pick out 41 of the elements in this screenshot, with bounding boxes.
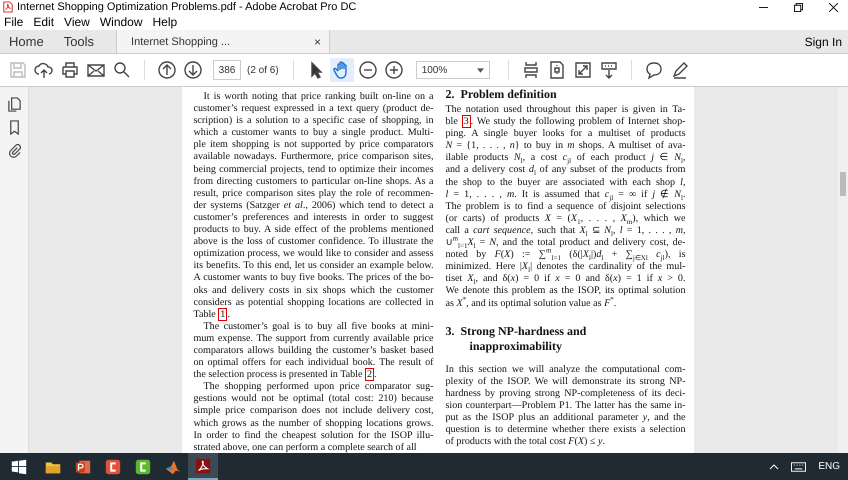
chevron-up-icon[interactable] (769, 464, 780, 470)
tab-title: Internet Shopping ... (131, 36, 230, 48)
caret-icon (476, 68, 484, 72)
section-heading: 2. Problem definition (446, 87, 558, 102)
language-indicator[interactable]: ENG (818, 461, 848, 472)
table-link[interactable]: 1 (218, 308, 228, 321)
table-link[interactable]: 3 (462, 115, 471, 128)
c-letter-app-icon (134, 458, 152, 476)
keyboard-icon[interactable] (791, 462, 806, 472)
menu-item[interactable]: Edit (33, 15, 54, 29)
section-heading: 3. Strong NP-hardness and inapproximability (446, 324, 588, 354)
scrollbar-thumb[interactable] (840, 172, 846, 196)
menu-item[interactable]: Help (152, 15, 178, 29)
pdf-app-icon (194, 456, 212, 474)
close-icon[interactable] (829, 2, 838, 12)
paragraph: The shopping performed upon price comparator sug- gestions would not be optimal (total cost: 210) because simple price comparison does not include delivery cost, which grows as the number of shopping locations grows. In order to find the cheapest solution for the ISOP illu- strated above, one can perform a complete search of all (194, 381, 434, 453)
document-tab[interactable]: Internet Shopping ... × (116, 30, 330, 53)
sign-in-link[interactable]: Sign In (804, 34, 848, 48)
nav-tab[interactable]: Home (0, 30, 54, 53)
taskbar-app-button[interactable] (188, 453, 218, 480)
c-letter-app-icon (104, 458, 122, 476)
windows-logo-icon (10, 458, 28, 476)
menu-item[interactable]: File (4, 15, 24, 29)
restore-icon[interactable] (794, 2, 803, 12)
page-number-field[interactable]: 386 (213, 60, 241, 80)
menu-item[interactable]: Window (100, 15, 143, 29)
paragraph: It is worth noting that price ranking built on-line on a customer’s request expressed in a text query (product de- scription) is a solution to a specific case of shopping, in which a customer wants to buy a single product. Multi- ple item shopping is not supported by price comparators available nowadays. Furthermore, price comparison sites, being commercial projects, tend to optimize their incomes from directing customers to particular on-line shops. As a result, price comparison sites play the role of recommen- der systems (Satzger et al., 2006) which tend to detect a customer’s preferences and interests in order to suggest products to buy. A side effect of the problems mentioned above is the loss of customer confidence. To illustrate the optimization process, we would like to consider and assess its benefits. To this end, let us consider an example below. A customer wants to buy five books. The prices of the bo- oks and delivery costs in six shops which the customer considers as potential shopping locations are collected in Table 1 . (194, 91, 434, 321)
zoom-dropdown[interactable]: 100% (416, 61, 490, 79)
paragraph: The notation used throughout this paper is given in Ta- ble 3 . We study the following problem of Internet shop- ping. A single buyer looks for a multiset of products N = {1, . . . , n} to buy in m shops. A multiset of ava- ilable products N$_{l}$, a cost c$_{jl}$ of each product j ∈ N$_{l}$, and a delivery cost d$_{l}$ of any subset of the products from the shop to the buyer are associated with each shop l, l = 1, . . . , m. It is assumed that c$_{jl}$ = ∞ if j ∉ N$_{l}$. The problem is to find a sequence of disjoint selections (or carts) of products X = (X$_{1}$, . . . , X$_{m}$), which we call a cart sequence, such that X$_{l}$ ⊆ N$_{l}$, l = 1, . . . , m, ∪$^{m}$$_{l=1}$X$_{l}$ = N, and the total product and delivery cost, de- noted by F(X) := ∑$^{m}$$_{l=1}$ (δ(|X$_{l}$|)d$_{l}$ + ∑$_{j∈Xl}$ c$_{jl}$), is minimized. Here |X$_{l}$| denotes the cardinality of the mul- tiset X$_{l}$, and δ(x) = 0 if x = 0 and δ(x) = 1 if x > 0. We denote this problem as the ISOP, its optimal solution as X$^{*}$, and its optimal solution value as F$^{*}$. (446, 104, 686, 310)
paperclip-icon[interactable] (6, 143, 22, 158)
presentation-app-icon (74, 458, 92, 476)
pages-icon[interactable] (6, 97, 22, 112)
menu-item[interactable]: View (64, 15, 90, 29)
nav-tab[interactable]: Tools (54, 30, 104, 53)
window-title: Internet Shopping Optimization Problems.pdf - Adobe Acrobat Pro DC (17, 1, 356, 13)
close-tab-button[interactable]: × (314, 34, 322, 48)
paragraph: In this section we will analyze the computational com- plexity of the ISOP. We will demonstrate its strong NP- hardness by proving strong NP-completeness of its deci- sion counterpart—Problem P1. The latter has the same in- put as the ISOP plus an additional parameter y, and the question is to determine whether there exists a selection of products with the total cost F(X) ≤ y. (446, 364, 686, 448)
hand-button[interactable] (330, 58, 354, 82)
table-link[interactable]: 2 (365, 368, 374, 382)
paragraph: The customer’s goal is to buy all five books at mini- mum expense. The support from currently available price comparators allows building the customer’s basket based on optimal offers for each individual book. The result of the selection process is presented in Table 2 . (194, 320, 434, 382)
page-count: (2 of 6) (247, 64, 279, 76)
